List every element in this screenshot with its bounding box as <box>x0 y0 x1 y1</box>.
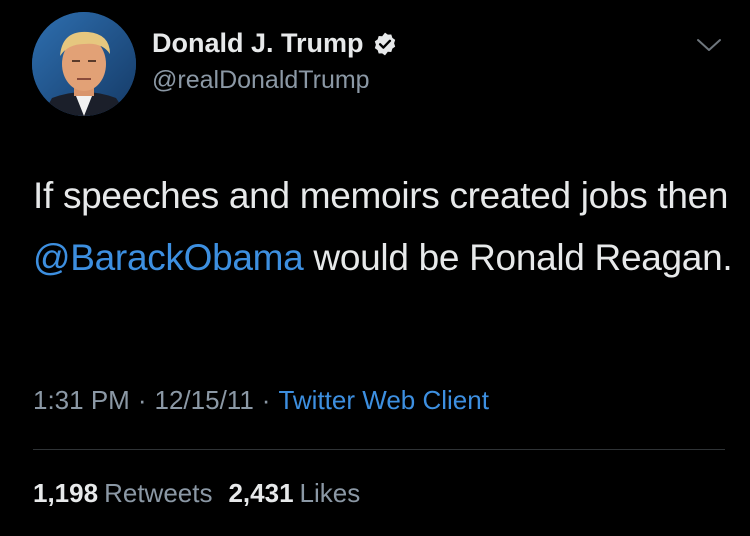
likes-stat[interactable]: 2,431 Likes <box>228 478 360 509</box>
retweets-stat[interactable]: 1,198 Retweets <box>33 478 212 509</box>
author-handle[interactable]: @realDonaldTrump <box>152 66 370 95</box>
tweet-text-after: would be Ronald Reagan. <box>303 237 733 278</box>
likes-label: Likes <box>299 478 361 508</box>
meta-separator: · <box>137 385 147 415</box>
tweet-text: If speeches and memoirs created jobs the… <box>33 165 733 289</box>
divider <box>33 449 725 450</box>
tweet-client-link[interactable]: Twitter Web Client <box>278 385 488 415</box>
display-name-text[interactable]: Donald J. Trump <box>152 28 364 59</box>
tweet-stats: 1,198 Retweets 2,431 Likes <box>33 478 376 509</box>
chevron-down-icon[interactable] <box>694 34 724 56</box>
retweets-count: 1,198 <box>33 478 99 508</box>
tweet-time[interactable]: 1:31 PM <box>33 385 130 415</box>
likes-count: 2,431 <box>228 478 294 508</box>
tweet-text-before: If speeches and memoirs created jobs the… <box>33 175 729 216</box>
verified-badge-icon <box>372 31 398 57</box>
tweet-meta: 1:31 PM · 12/15/11 · Twitter Web Client <box>33 385 489 416</box>
tweet-date[interactable]: 12/15/11 <box>155 385 254 415</box>
mention-link[interactable]: @BarackObama <box>33 237 304 278</box>
avatar[interactable] <box>32 12 136 116</box>
author-display-name[interactable]: Donald J. Trump <box>152 28 398 59</box>
tweet-card: Donald J. Trump @realDonaldTrump If spee… <box>0 0 750 536</box>
retweets-label: Retweets <box>104 478 213 508</box>
meta-separator: · <box>261 385 271 415</box>
